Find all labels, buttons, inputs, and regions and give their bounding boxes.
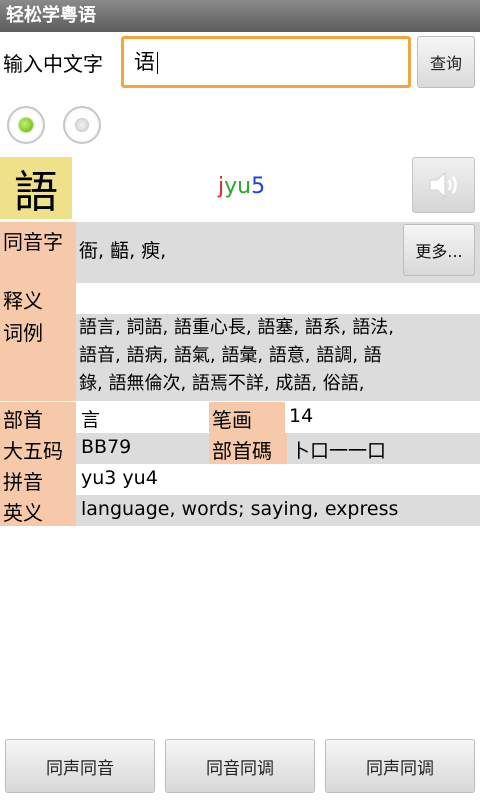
strokes-value: 14 — [289, 405, 314, 427]
pinyin-row: 拼音 yu3 yu4 — [0, 464, 480, 495]
homophones-value: 衙, 齬, 瘐, — [79, 240, 167, 262]
radical-row: 部首 言 笔画 14 — [0, 402, 480, 433]
character-display: 語 — [0, 157, 72, 219]
radical-label: 部首 — [0, 402, 76, 433]
definition-row: 释义 — [0, 283, 480, 314]
definition-value — [77, 283, 477, 314]
speaker-icon — [429, 171, 457, 199]
pinyin-label: 拼音 — [0, 464, 76, 495]
english-label: 英义 — [0, 495, 76, 526]
english-row: 英义 language, words; saying, express — [0, 495, 480, 526]
play-sound-button[interactable] — [412, 157, 475, 213]
homophones-label: 同音字 — [0, 222, 76, 283]
homophones-row: 同音字 衙, 齬, 瘐, 更多... — [0, 222, 480, 283]
radio-selected-dot — [19, 118, 33, 132]
same-sound-same-tone-button[interactable]: 同音同调 — [165, 739, 315, 793]
big5-value: BB79 — [81, 436, 132, 458]
radical-value: 言 — [81, 409, 101, 431]
app-title: 轻松学粤语 — [6, 5, 96, 26]
definition-label: 释义 — [0, 283, 76, 314]
english-value: language, words; saying, express — [81, 498, 399, 520]
pinyin-value: yu3 yu4 — [81, 467, 158, 489]
radio-unselected-dot — [75, 118, 89, 132]
query-button[interactable]: 查询 — [417, 36, 475, 88]
jyutping-label: jyu5 — [218, 174, 265, 199]
strokes-label: 笔画 — [209, 402, 285, 433]
search-label: 输入中文字 — [3, 52, 103, 76]
search-input[interactable]: 语 — [121, 36, 411, 88]
examples-line: 語音, 語病, 語氣, 語彙, 語意, 語調, 語 — [79, 345, 382, 366]
jyutping-final: yu — [224, 174, 252, 199]
radical-code-label: 部首碼 — [209, 433, 287, 464]
app-title-bar: 轻松学粤语 — [0, 0, 480, 32]
radical-code-value: 卜口一一口 — [291, 440, 387, 462]
big5-label: 大五码 — [0, 433, 76, 464]
jyutping-tone: 5 — [251, 174, 266, 199]
more-button[interactable]: 更多... — [403, 224, 475, 276]
search-row: 输入中文字 语 查询 — [0, 34, 480, 92]
examples-value: 語言, 詞語, 語重心長, 語塞, 語系, 語法, 語音, 語病, 語氣, 語彙… — [77, 314, 480, 401]
same-initial-same-sound-button[interactable]: 同声同音 — [5, 739, 155, 793]
same-initial-same-tone-button[interactable]: 同声同调 — [325, 739, 475, 793]
examples-line: 錄, 語無倫次, 語焉不詳, 成語, 俗語, — [79, 373, 365, 394]
code-row: 大五码 BB79 部首碼 卜口一一口 — [0, 433, 480, 464]
radio-option-2[interactable] — [63, 106, 101, 144]
text-cursor — [157, 52, 158, 74]
search-input-value: 语 — [134, 50, 155, 74]
radio-option-1[interactable] — [7, 106, 45, 144]
examples-row: 词例 語言, 詞語, 語重心長, 語塞, 語系, 語法, 語音, 語病, 語氣,… — [0, 314, 480, 401]
examples-line: 語言, 詞語, 語重心長, 語塞, 語系, 語法, — [79, 317, 394, 338]
examples-label: 词例 — [0, 314, 76, 401]
